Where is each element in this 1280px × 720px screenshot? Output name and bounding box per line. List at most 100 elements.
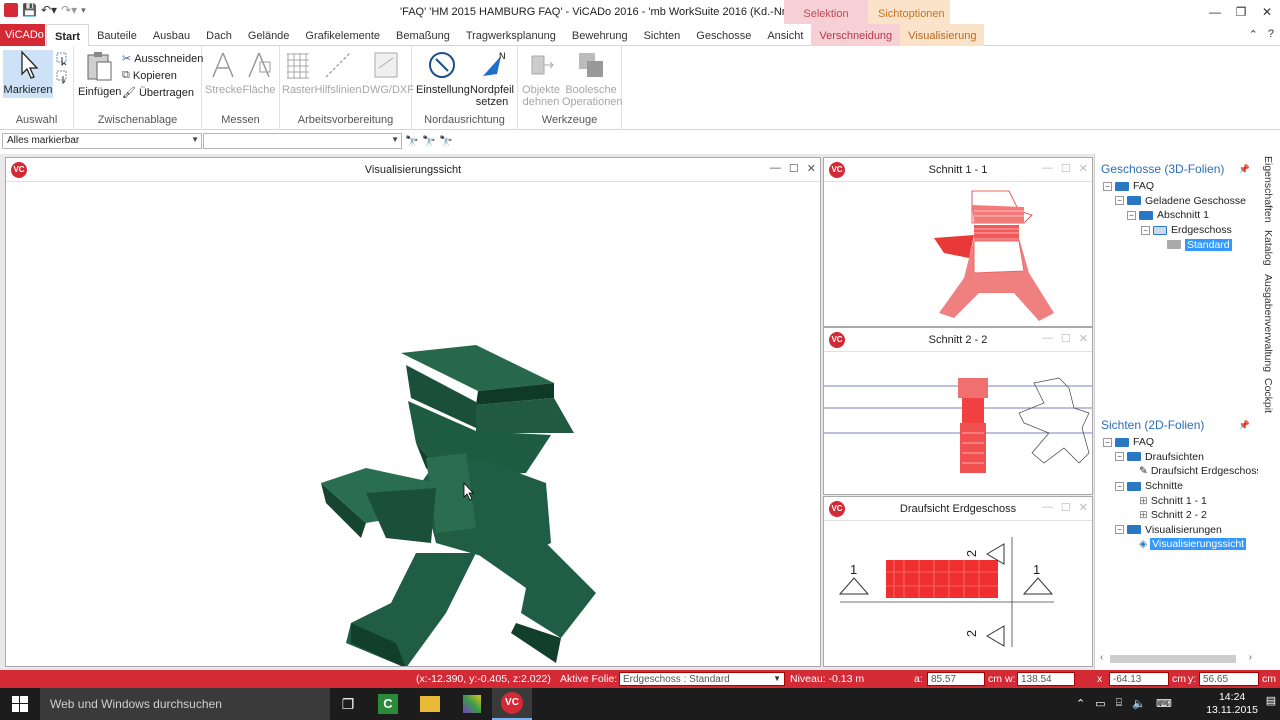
vicado-app-icon[interactable] <box>4 3 18 17</box>
tree-node-visualisierungen[interactable]: − Visualisierungen <box>1103 523 1262 538</box>
minimize-icon[interactable]: — <box>1042 501 1053 514</box>
tray-expand-icon[interactable]: ⌃ <box>1076 697 1085 710</box>
side-tab-cockpit[interactable]: Cockpit <box>1262 378 1274 413</box>
tree-node-draufsicht-erdgeschoss[interactable]: ✎ Draufsicht Erdgeschoss <box>1103 464 1262 479</box>
3d-viewport[interactable] <box>6 183 820 666</box>
tree-horizontal-scrollbar[interactable]: ‹ › <box>1098 652 1256 666</box>
pane-draufsicht-erdgeschoss[interactable]: VC Draufsicht Erdgeschoss — ☐ ✕ 1 1 2 2 <box>823 496 1093 667</box>
notification-center-icon[interactable]: ▤ <box>1262 694 1280 714</box>
tab-grafikelemente[interactable]: Grafikelemente <box>297 24 388 46</box>
tree-node-geladene-geschosse[interactable]: − Geladene Geschosse <box>1103 194 1246 209</box>
tree-node-draufsichten[interactable]: − Draufsichten <box>1103 450 1262 465</box>
maximize-icon[interactable]: ☐ <box>1061 332 1071 345</box>
close-icon[interactable]: ✕ <box>1254 0 1280 24</box>
scroll-right-icon[interactable]: › <box>1249 652 1252 663</box>
maximize-icon[interactable]: ☐ <box>789 162 799 175</box>
task-view-icon[interactable]: ❐ <box>328 688 368 720</box>
collapse-icon[interactable]: − <box>1141 225 1150 235</box>
taskbar-search-box[interactable]: Web und Windows durchsuchen <box>40 688 330 720</box>
save-icon[interactable]: 💾 <box>22 3 37 17</box>
network-icon[interactable]: ⌸ <box>1116 697 1123 710</box>
select-mode-icon[interactable] <box>56 52 70 66</box>
strecke-button[interactable]: Strecke <box>205 50 242 96</box>
section-2-view[interactable] <box>824 353 1092 494</box>
customize-qa-icon[interactable]: ▾ <box>81 5 86 16</box>
dwg-dxf-button[interactable]: DWG/DXF <box>362 50 414 96</box>
collapse-icon[interactable]: − <box>1115 452 1124 462</box>
side-tab-ausgabenverwaltung[interactable]: Ausgabenverwaltung <box>1262 274 1274 372</box>
file-explorer-icon[interactable] <box>410 688 450 720</box>
maximize-icon[interactable]: ☐ <box>1061 162 1071 175</box>
section-1-view[interactable] <box>824 183 1092 326</box>
uebertragen-button[interactable]: 🖌 Übertragen <box>122 86 194 100</box>
markieren-button[interactable]: Markieren <box>3 50 53 98</box>
collapse-icon[interactable]: − <box>1103 437 1112 447</box>
binoculars-filter-icon[interactable]: 🔭 <box>422 135 436 148</box>
kopieren-button[interactable]: ⧉ Kopieren <box>122 69 177 82</box>
redo-icon[interactable]: ↷▾ <box>61 3 77 17</box>
tree-node-faq[interactable]: − FAQ <box>1103 179 1246 194</box>
taskbar-vicado-icon[interactable]: VC <box>492 688 532 720</box>
taskbar-app-multicolor-icon[interactable] <box>452 688 492 720</box>
nordpfeil-setzen-button[interactable]: N Nordpfeil setzen <box>468 50 516 108</box>
objekte-dehnen-button[interactable]: Objekte dehnen <box>520 50 562 108</box>
raster-button[interactable]: Raster <box>282 50 314 96</box>
hilfslinien-button[interactable]: Hilfslinien <box>314 50 362 96</box>
binoculars-icon[interactable]: 🔭 <box>405 135 419 148</box>
pane-schnitt-2-2[interactable]: VC Schnitt 2 - 2 — ☐ ✕ <box>823 327 1093 495</box>
taskbar-app-c-icon[interactable]: C <box>368 688 408 720</box>
binoculars-select-icon[interactable]: 🔭 <box>439 135 453 148</box>
a-input[interactable]: 85.57 <box>927 672 985 686</box>
select-window-icon[interactable] <box>56 70 70 84</box>
selection-filter-combo[interactable]: Alles markierbar ▼ <box>2 133 202 149</box>
boolesche-operationen-button[interactable]: Boolesche Operationen <box>562 50 623 108</box>
ausschneiden-button[interactable]: ✂ Ausschneiden <box>122 52 203 66</box>
tab-tragwerksplanung[interactable]: Tragwerksplanung <box>458 24 564 46</box>
volume-icon[interactable]: 🔈 <box>1132 697 1146 710</box>
tab-vicado-file[interactable]: ViCADo <box>0 24 45 46</box>
pin-icon[interactable]: 📌 <box>1239 164 1250 175</box>
side-tab-katalog[interactable]: Katalog <box>1262 230 1274 266</box>
restore-icon[interactable]: ❐ <box>1228 0 1254 24</box>
side-tab-eigenschaften[interactable]: Eigenschaften <box>1262 156 1274 223</box>
keyboard-icon[interactable]: ⌨ <box>1156 697 1172 710</box>
x-input[interactable]: -64.13 <box>1109 672 1169 686</box>
close-icon[interactable]: ✕ <box>1079 501 1088 514</box>
tree-node-visualisierungssicht[interactable]: ◈ Visualisierungssicht <box>1103 537 1262 552</box>
collapse-icon[interactable]: − <box>1127 210 1136 220</box>
tree-node-schnitt-2-2[interactable]: ⊞ Schnitt 2 - 2 <box>1103 508 1262 523</box>
tree-node-schnitt-1-1[interactable]: ⊞ Schnitt 1 - 1 <box>1103 493 1262 508</box>
tab-bewehrung[interactable]: Bewehrung <box>564 24 636 46</box>
collapse-icon[interactable]: − <box>1115 196 1124 206</box>
minimize-icon[interactable]: — <box>1202 0 1228 24</box>
flaeche-button[interactable]: Fläche <box>241 50 277 96</box>
battery-icon[interactable]: ▭ <box>1095 697 1105 710</box>
tree-node-abschnitt-1[interactable]: − Abschnitt 1 <box>1103 208 1246 223</box>
minimize-icon[interactable]: — <box>1042 162 1053 175</box>
collapse-icon[interactable]: − <box>1103 181 1112 191</box>
einstellung-button[interactable]: Einstellung <box>416 50 470 96</box>
scroll-thumb[interactable] <box>1110 655 1236 663</box>
w-input[interactable]: 138.54 <box>1017 672 1075 686</box>
tab-bemassung[interactable]: Bemaßung <box>388 24 458 46</box>
close-icon[interactable]: ✕ <box>1079 332 1088 345</box>
taskbar-clock[interactable]: 14:24 13.11.2015 <box>1206 691 1258 717</box>
minimize-icon[interactable]: — <box>1042 332 1053 345</box>
maximize-icon[interactable]: ☐ <box>1061 501 1071 514</box>
tab-visualisierung[interactable]: Visualisierung <box>900 24 985 46</box>
close-icon[interactable]: ✕ <box>1079 162 1088 175</box>
tree-node-schnitte[interactable]: − Schnitte <box>1103 479 1262 494</box>
pane-schnitt-1-1[interactable]: VC Schnitt 1 - 1 — ☐ ✕ <box>823 157 1093 327</box>
scroll-left-icon[interactable]: ‹ <box>1100 652 1103 663</box>
collapse-icon[interactable]: − <box>1115 481 1124 491</box>
tree-node-erdgeschoss[interactable]: − Erdgeschoss <box>1103 223 1246 238</box>
tab-gelaende[interactable]: Gelände <box>240 24 298 46</box>
plan-view[interactable]: 1 1 2 2 <box>824 522 1092 666</box>
tab-sichten[interactable]: Sichten <box>636 24 689 46</box>
pin-icon[interactable]: 📌 <box>1239 420 1250 431</box>
tree-node-standard[interactable]: Standard <box>1103 237 1246 252</box>
einfuegen-button[interactable]: Einfügen <box>78 50 121 98</box>
help-icon[interactable]: ? <box>1268 28 1274 41</box>
minimize-icon[interactable]: — <box>770 162 781 175</box>
windows-start-icon[interactable] <box>0 688 40 720</box>
